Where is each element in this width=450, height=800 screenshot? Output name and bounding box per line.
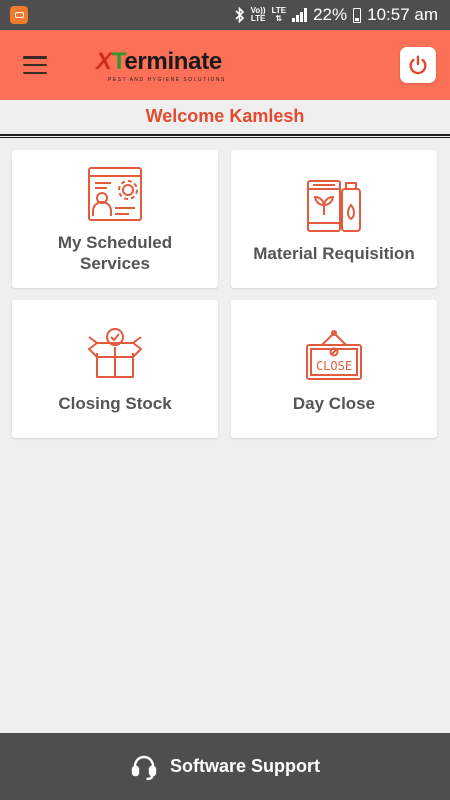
app-header: XTerminate PEST AND HYGIENE SOLUTIONS bbox=[0, 30, 450, 100]
bluetooth-icon bbox=[235, 7, 244, 23]
tile-my-scheduled-services[interactable]: My Scheduled Services bbox=[12, 150, 218, 288]
closing-stock-icon bbox=[88, 327, 142, 378]
software-support-label: Software Support bbox=[169, 756, 320, 776]
close-sign-text: CLOSE bbox=[316, 359, 352, 373]
lte-indicator: LTE ⇅ bbox=[271, 6, 287, 23]
xterminate-logo: XTerminate PEST AND HYGIENE SOLUTIONS bbox=[96, 48, 226, 83]
tile-label: My Scheduled Services bbox=[57, 233, 173, 273]
volte-indicator: Vo)) LTE bbox=[250, 6, 266, 23]
tile-material-requisition[interactable]: Material Requisition bbox=[231, 150, 437, 288]
clock: 10:57 am bbox=[367, 5, 438, 24]
day-close-icon: CLOSE bbox=[306, 329, 362, 380]
tile-label: Day Close bbox=[292, 393, 376, 413]
material-requisition-icon bbox=[307, 179, 361, 232]
logout-power-button[interactable] bbox=[400, 47, 436, 83]
divider bbox=[0, 134, 450, 138]
battery-icon bbox=[353, 7, 362, 23]
headset-icon bbox=[131, 755, 157, 780]
status-bar: Vo)) LTE LTE ⇅ 22% 10:57 am bbox=[0, 0, 450, 30]
tile-label: Material Requisition bbox=[253, 243, 415, 263]
tile-day-close[interactable]: CLOSE Day Close bbox=[231, 300, 437, 438]
power-icon bbox=[409, 55, 427, 75]
welcome-message: Welcome Kamlesh bbox=[0, 100, 450, 133]
scheduled-services-icon bbox=[88, 167, 142, 221]
software-support-button[interactable]: Software Support bbox=[0, 733, 450, 800]
tile-label: Closing Stock bbox=[58, 393, 172, 413]
tile-closing-stock[interactable]: Closing Stock bbox=[12, 300, 218, 438]
signal-icon bbox=[292, 8, 308, 22]
battery-percent: 22% bbox=[313, 5, 348, 24]
dashboard-grid: My Scheduled Services Material Requisiti… bbox=[12, 150, 438, 438]
app-notification-icon bbox=[10, 6, 28, 24]
hamburger-menu-icon[interactable] bbox=[23, 56, 47, 74]
status-indicators: Vo)) LTE LTE ⇅ 22% 10:57 am bbox=[235, 0, 438, 30]
